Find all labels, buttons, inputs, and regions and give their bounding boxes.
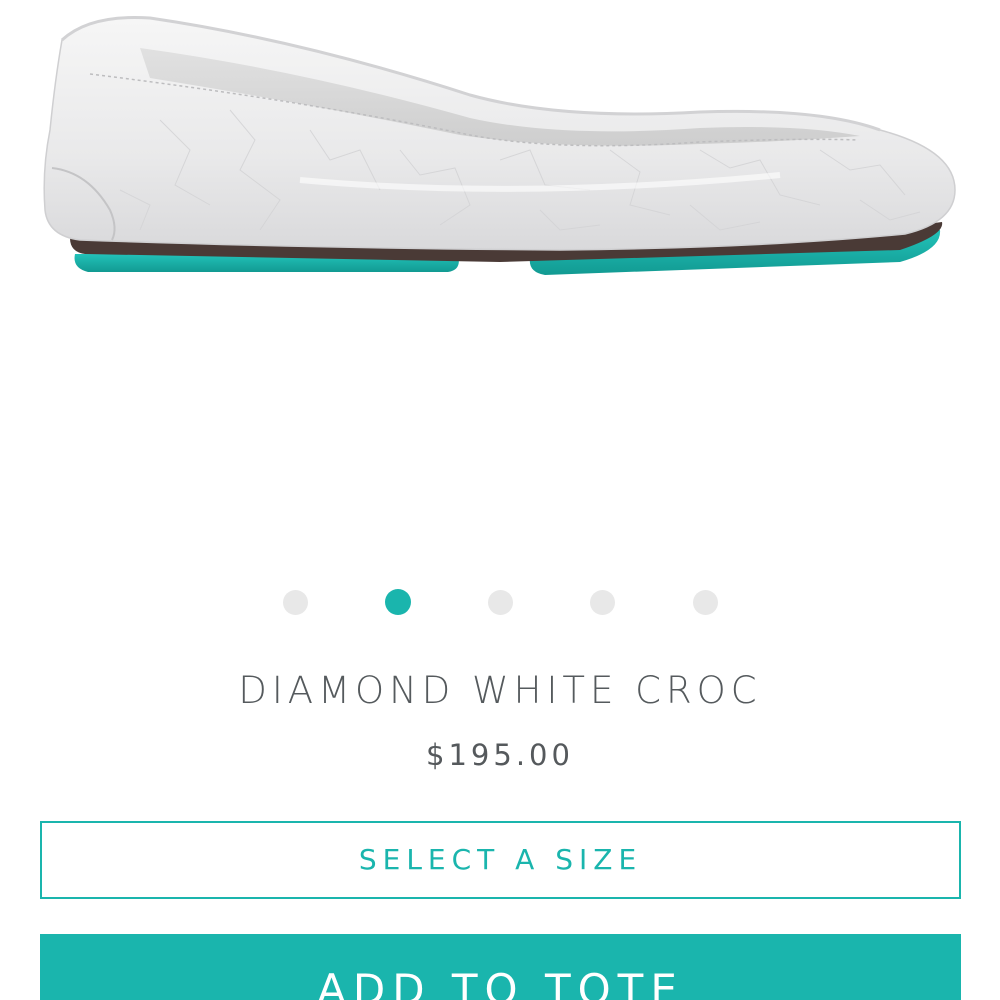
carousel-pagination	[0, 589, 1000, 615]
product-price: $195.00	[426, 738, 574, 772]
add-to-tote-button[interactable]: ADD TO TOTE	[40, 934, 961, 1000]
carousel-dot-1[interactable]	[283, 590, 308, 615]
product-image[interactable]	[0, 0, 1000, 560]
carousel-dot-3[interactable]	[488, 590, 513, 615]
carousel-dot-4[interactable]	[590, 590, 615, 615]
select-size-button[interactable]: SELECT A SIZE	[40, 821, 961, 899]
shoe-illustration	[43, 16, 956, 275]
product-page: DIAMOND WHITE CROC $195.00 SELECT A SIZE…	[0, 0, 1000, 1000]
carousel-dot-2-active[interactable]	[385, 589, 411, 615]
carousel-dot-5[interactable]	[693, 590, 718, 615]
product-title: DIAMOND WHITE CROC	[238, 669, 762, 712]
